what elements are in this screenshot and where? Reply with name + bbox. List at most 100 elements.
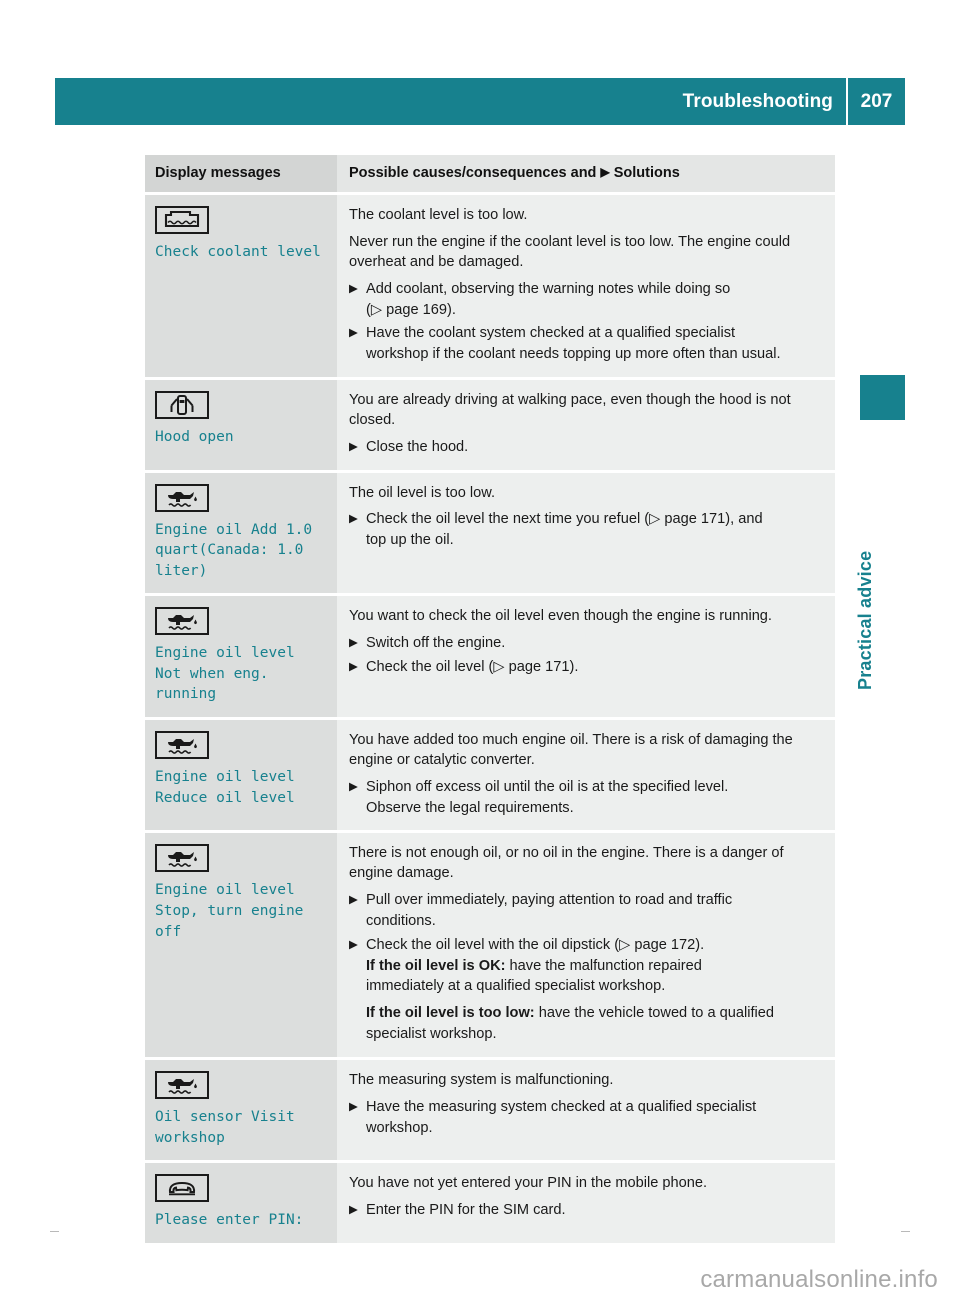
engine-oil-icon xyxy=(155,1071,209,1099)
table-row: Please enter PIN: You have not yet enter… xyxy=(145,1163,835,1243)
step-text: Siphon off excess oil until the oil is a… xyxy=(366,778,729,795)
step-text-continued: (▷ page 169). xyxy=(366,301,456,318)
display-message-text: Please enter PIN: xyxy=(155,1212,304,1229)
step-text: Add coolant, observing the warning notes… xyxy=(366,280,731,297)
display-message-text: Engine oil level Stop, turn engine off xyxy=(155,882,304,940)
solution-step: ▶ Enter the PIN for the SIM card. xyxy=(349,1201,823,1221)
step-bullet-icon: ▶ xyxy=(349,440,358,453)
header-cell-display-messages: Display messages xyxy=(145,155,337,193)
step-bullet-icon: ▶ xyxy=(349,894,358,907)
step-bullet-icon: ▶ xyxy=(349,637,358,650)
step-text-continued: top up the oil. xyxy=(366,532,454,549)
display-message-text: Oil sensor Visit workshop xyxy=(155,1109,295,1146)
display-message-cell: Engine oil level Reduce oil level xyxy=(145,720,337,831)
step-bullet-icon: ▶ xyxy=(349,327,358,340)
step-text: Close the hood. xyxy=(366,438,469,455)
causes-solutions-cell: There is not enough oil, or no oil in th… xyxy=(337,833,835,1057)
causes-solutions-cell: You are already driving at walking pace,… xyxy=(337,380,835,470)
table-row: Oil sensor Visit workshop The measuring … xyxy=(145,1060,835,1161)
header-label-display-messages: Display messages xyxy=(155,165,281,181)
table-row: Check coolant level The coolant level is… xyxy=(145,195,835,378)
site-watermark: carmanualsonline.info xyxy=(700,1266,938,1293)
solution-step: ▶ Have the measuring system checked at a … xyxy=(349,1098,823,1139)
display-message-text: Check coolant level xyxy=(155,244,321,261)
step-conditional-low: If the oil level is too low: have the ve… xyxy=(366,1004,823,1024)
step-conditional-ok: If the oil level is OK: have the malfunc… xyxy=(366,957,823,977)
step-text: Check the oil level with the oil dipstic… xyxy=(366,936,705,953)
cause-text: You want to check the oil level even tho… xyxy=(349,608,772,625)
solution-step: ▶ Check the oil level (▷ page 171). xyxy=(349,658,823,678)
step-text: Pull over immediately, paying attention … xyxy=(366,892,733,909)
crop-mark-right xyxy=(901,1231,910,1232)
table-row: Engine oil Add 1.0 quart(Canada: 1.0 lit… xyxy=(145,472,835,594)
solution-step: ▶ Pull over immediately, paying attention… xyxy=(349,891,823,932)
hood-open-icon xyxy=(155,391,209,420)
page-number: 207 xyxy=(860,91,893,112)
page-header-bar: Troubleshooting 207 xyxy=(55,78,905,125)
crop-mark-left xyxy=(50,1231,59,1232)
causes-solutions-cell: The coolant level is too low. Never run … xyxy=(337,195,835,378)
step-bullet-icon: ▶ xyxy=(349,660,358,673)
display-messages-table: Display messages Possible causes/consequ… xyxy=(145,155,835,1243)
header-label-causes-solutions: Possible causes/consequences and ▶ Solut… xyxy=(349,164,823,182)
step-text: Have the measuring system checked at a q… xyxy=(366,1098,757,1115)
solution-step: ▶ Check the oil level the next time you r… xyxy=(349,510,823,551)
cause-text: There is not enough oil, or no oil in th… xyxy=(349,845,784,882)
solution-arrow-icon: ▶ xyxy=(600,165,610,179)
step-bullet-icon: ▶ xyxy=(349,1100,358,1113)
conditional-text-low-continued: specialist workshop. xyxy=(366,1026,497,1043)
causes-solutions-cell: You have not yet entered your PIN in the… xyxy=(337,1163,835,1243)
step-text-continued: conditions. xyxy=(366,912,436,929)
header-cell-causes-solutions: Possible causes/consequences and ▶ Solut… xyxy=(337,155,835,193)
step-text-continued: Observe the legal requirements. xyxy=(366,799,574,816)
display-message-text: Hood open xyxy=(155,429,234,446)
header-text-before-arrow: Possible causes/consequences and xyxy=(349,165,601,181)
display-message-text: Engine oil level Not when eng. running xyxy=(155,645,295,703)
conditional-label-ok: If the oil level is OK: xyxy=(366,957,506,974)
solution-step: ▶ Check the oil level with the oil dipst… xyxy=(349,936,823,1045)
step-bullet-icon: ▶ xyxy=(349,513,358,526)
header-text-after-arrow: Solutions xyxy=(609,165,680,181)
step-text: Check the oil level (▷ page 171). xyxy=(366,658,579,675)
step-text: Check the oil level the next time you re… xyxy=(366,511,763,528)
step-bullet-icon: ▶ xyxy=(349,1204,358,1216)
causes-solutions-cell: You want to check the oil level even tho… xyxy=(337,596,835,718)
engine-oil-icon xyxy=(155,607,209,636)
step-text-continued: workshop if the coolant needs topping up… xyxy=(366,346,781,363)
solution-step: ▶ Have the coolant system checked at a qu… xyxy=(349,324,823,365)
cause-text: Never run the engine if the coolant leve… xyxy=(349,233,791,270)
display-message-cell: Engine oil level Stop, turn engine off xyxy=(145,833,337,1057)
conditional-text-ok-continued: immediately at a qualified specialist wo… xyxy=(366,978,666,995)
solution-step: ▶ Add coolant, observing the warning note… xyxy=(349,280,823,321)
solution-step: ▶ Siphon off excess oil until the oil is … xyxy=(349,778,823,819)
table-row: Engine oil level Reduce oil level You ha… xyxy=(145,720,835,831)
table-row: Hood open You are already driving at wal… xyxy=(145,380,835,470)
table-row: Engine oil level Stop, turn engine off T… xyxy=(145,833,835,1057)
engine-oil-icon xyxy=(155,844,209,873)
causes-solutions-cell: The oil level is too low. ▶ Check the oil… xyxy=(337,472,835,594)
coolant-level-icon xyxy=(155,206,209,235)
step-text: Switch off the engine. xyxy=(366,635,506,652)
step-bullet-icon: ▶ xyxy=(349,282,358,295)
display-message-cell: Engine oil level Not when eng. running xyxy=(145,596,337,718)
display-message-cell: Please enter PIN: xyxy=(145,1163,337,1243)
cause-text: You are already driving at walking pace,… xyxy=(349,392,791,428)
cause-text: You have not yet entered your PIN in the… xyxy=(349,1175,708,1192)
section-tab-marker xyxy=(860,375,905,420)
step-text-continued: workshop. xyxy=(366,1119,433,1136)
step-bullet-icon: ▶ xyxy=(349,938,358,951)
section-label-practical-advice: Practical advice xyxy=(855,550,875,690)
cause-text: You have added too much engine oil. Ther… xyxy=(349,732,793,768)
cause-text: The coolant level is too low. xyxy=(349,207,528,224)
solution-step: ▶ Switch off the engine. xyxy=(349,634,823,654)
table-row: Engine oil level Not when eng. running Y… xyxy=(145,596,835,718)
step-text: Have the coolant system checked at a qua… xyxy=(366,325,736,342)
step-text: Enter the PIN for the SIM card. xyxy=(366,1202,566,1218)
conditional-label-low: If the oil level is too low: xyxy=(366,1005,535,1022)
telephone-icon xyxy=(155,1174,209,1203)
solution-step: ▶ Close the hood. xyxy=(349,438,823,458)
display-message-cell: Oil sensor Visit workshop xyxy=(145,1060,337,1161)
causes-solutions-cell: You have added too much engine oil. Ther… xyxy=(337,720,835,831)
conditional-text-low: have the vehicle towed to a qualified xyxy=(534,1005,774,1022)
engine-oil-icon xyxy=(155,731,209,760)
